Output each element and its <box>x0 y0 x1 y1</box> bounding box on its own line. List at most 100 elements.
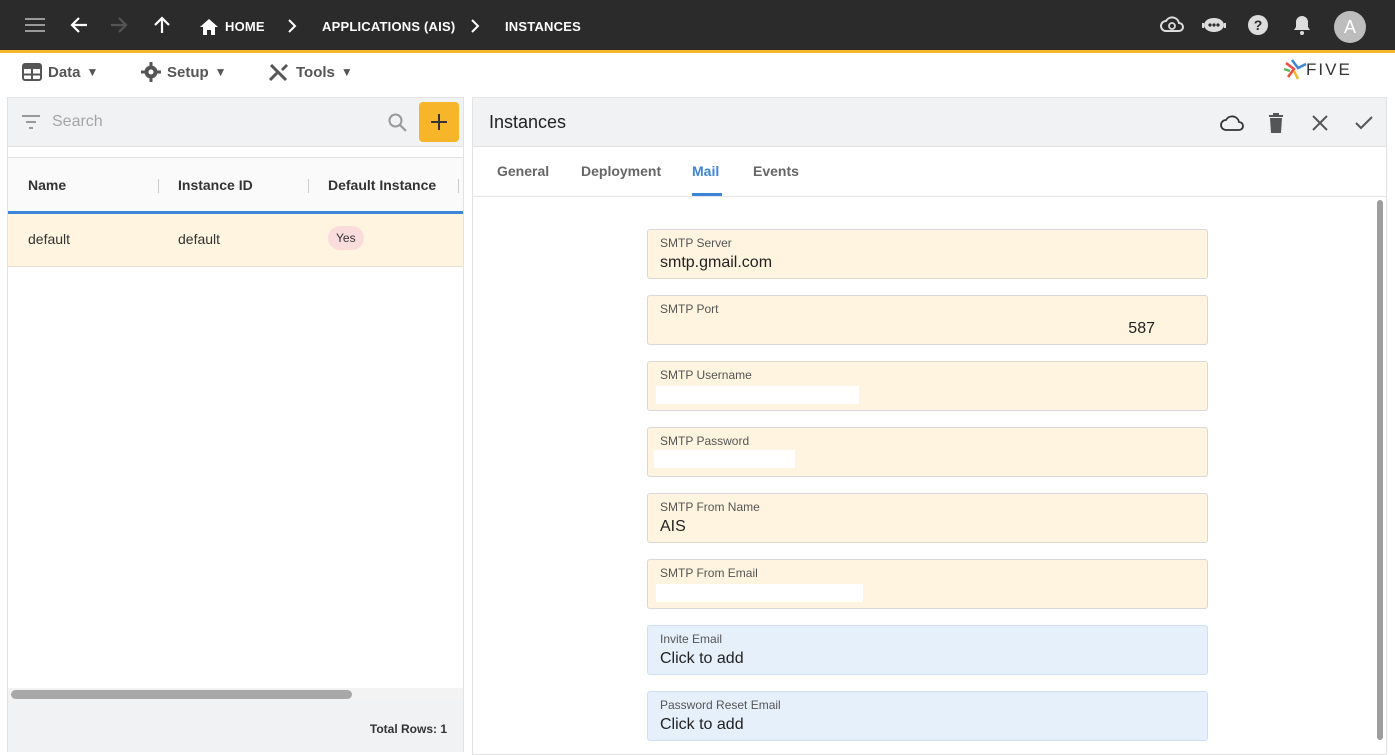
trash-icon <box>1269 113 1283 133</box>
tools-icon <box>268 63 288 82</box>
dropdown-caret-icon: ▼ <box>340 65 353 79</box>
cell-name: default <box>28 231 71 247</box>
vertical-scrollbar[interactable] <box>1377 200 1383 740</box>
up-arrow-icon[interactable] <box>147 10 177 40</box>
smtp-port-value: 587 <box>1128 320 1155 337</box>
tab-general[interactable]: General <box>497 163 549 179</box>
column-header-default-instance[interactable]: Default Instance <box>328 177 436 193</box>
column-divider[interactable] <box>308 179 309 193</box>
smtp-from-name-field[interactable]: SMTP From Name AIS <box>647 493 1208 543</box>
menu-data-label: Data <box>48 63 81 81</box>
menu-setup-label: Setup <box>167 63 209 81</box>
menu-tools[interactable]: Tools ▼ <box>268 61 353 83</box>
list-footer: Total Rows: 1 <box>8 700 463 752</box>
chevron-right-icon <box>471 19 480 33</box>
breadcrumb-applications-label: APPLICATIONS (AIS) <box>322 19 456 34</box>
invite-email-value: Click to add <box>660 650 744 667</box>
five-logo: FIVE <box>1282 57 1372 83</box>
password-reset-email-value: Click to add <box>660 716 744 733</box>
notifications-icon[interactable] <box>1287 10 1317 40</box>
list-panel: Search Name Instance ID Default Instance… <box>7 97 464 752</box>
smtp-from-name-value: AIS <box>660 518 686 535</box>
breadcrumb-applications[interactable]: APPLICATIONS (AIS) <box>322 0 455 53</box>
table-icon <box>22 63 42 81</box>
dropdown-caret-icon: ▼ <box>214 65 227 79</box>
redacted-value <box>654 450 795 468</box>
home-icon <box>200 18 218 35</box>
password-reset-email-field[interactable]: Password Reset Email Click to add <box>647 691 1208 741</box>
menu-tools-label: Tools <box>296 63 335 81</box>
smtp-server-value: smtp.gmail.com <box>660 254 773 271</box>
delete-button[interactable] <box>1263 110 1289 136</box>
column-divider[interactable] <box>158 179 159 193</box>
invite-email-field[interactable]: Invite Email Click to add <box>647 625 1208 675</box>
scrollbar-thumb[interactable] <box>11 690 352 699</box>
plus-icon <box>431 114 447 130</box>
cloud-icon <box>1220 115 1244 131</box>
form-panel: Instances General Deployment Mail Events… <box>472 97 1387 755</box>
menu-bar: Data ▼ Setup ▼ Tools ▼ <box>0 53 1395 91</box>
logo-text: FIVE <box>1306 60 1352 79</box>
cloud-save-button[interactable] <box>1219 110 1245 136</box>
smtp-from-email-label: SMTP From Email <box>660 566 758 580</box>
redacted-value <box>656 386 859 404</box>
smtp-server-label: SMTP Server <box>660 236 732 250</box>
close-icon <box>1312 115 1328 131</box>
dropdown-caret-icon: ▼ <box>86 65 99 79</box>
filter-icon[interactable] <box>22 115 40 129</box>
breadcrumb-home[interactable]: HOME <box>199 0 265 53</box>
invite-email-label: Invite Email <box>660 632 723 646</box>
form-header: Instances <box>473 98 1386 147</box>
table-header: Name Instance ID Default Instance <box>8 157 463 214</box>
chevron-right-icon <box>288 19 297 33</box>
smtp-username-field[interactable]: SMTP Username <box>647 361 1208 411</box>
smtp-password-field[interactable]: SMTP Password <box>647 427 1208 477</box>
smtp-username-label: SMTP Username <box>660 368 752 382</box>
form-tabs: General Deployment Mail Events <box>473 147 1386 197</box>
menu-icon[interactable] <box>20 10 50 40</box>
smtp-from-name-label: SMTP From Name <box>660 500 760 514</box>
search-input[interactable]: Search <box>52 113 103 131</box>
help-icon[interactable]: ? <box>1243 10 1273 40</box>
back-arrow-icon[interactable] <box>64 10 94 40</box>
cell-instance-id: default <box>178 231 221 247</box>
password-reset-email-label: Password Reset Email <box>660 698 781 712</box>
menu-setup[interactable]: Setup ▼ <box>141 61 227 83</box>
smtp-server-field[interactable]: SMTP Server smtp.gmail.com <box>647 229 1208 279</box>
smtp-password-label: SMTP Password <box>660 434 750 448</box>
default-instance-badge: Yes <box>328 226 364 250</box>
search-bar: Search <box>8 98 463 147</box>
column-divider[interactable] <box>458 179 459 193</box>
total-rows: Total Rows: 1 <box>369 722 447 736</box>
check-icon <box>1355 116 1373 130</box>
form-title: Instances <box>489 112 567 132</box>
tab-mail[interactable]: Mail <box>692 163 719 179</box>
save-button[interactable] <box>1351 110 1377 136</box>
close-button[interactable] <box>1307 110 1333 136</box>
forward-arrow-icon <box>104 10 134 40</box>
tab-deployment[interactable]: Deployment <box>581 163 661 179</box>
column-header-instance-id[interactable]: Instance ID <box>178 177 253 193</box>
avatar-letter: A <box>1343 16 1356 37</box>
cloud-sync-icon[interactable] <box>1157 10 1187 40</box>
active-tab-indicator <box>692 193 722 196</box>
breadcrumb-instances-label: INSTANCES <box>505 19 581 34</box>
gear-icon <box>141 62 161 82</box>
tab-events[interactable]: Events <box>753 163 799 179</box>
smtp-port-label: SMTP Port <box>660 302 719 316</box>
horizontal-scrollbar[interactable] <box>8 688 463 700</box>
search-icon[interactable] <box>388 113 407 132</box>
column-header-name[interactable]: Name <box>28 177 66 193</box>
breadcrumb-home-label: HOME <box>225 19 265 34</box>
smtp-port-field[interactable]: SMTP Port 587 <box>647 295 1208 345</box>
app-bar: HOME APPLICATIONS (AIS) INSTANCES ? A <box>0 0 1395 53</box>
breadcrumb-instances: INSTANCES <box>505 0 581 53</box>
add-record-button[interactable] <box>419 102 459 142</box>
menu-data[interactable]: Data ▼ <box>22 61 98 83</box>
chatbot-icon[interactable] <box>1199 10 1229 40</box>
avatar[interactable]: A <box>1334 11 1366 43</box>
table-row[interactable]: default default Yes <box>8 214 463 267</box>
svg-text:?: ? <box>1254 17 1263 33</box>
redacted-value <box>656 584 863 602</box>
smtp-from-email-field[interactable]: SMTP From Email <box>647 559 1208 609</box>
